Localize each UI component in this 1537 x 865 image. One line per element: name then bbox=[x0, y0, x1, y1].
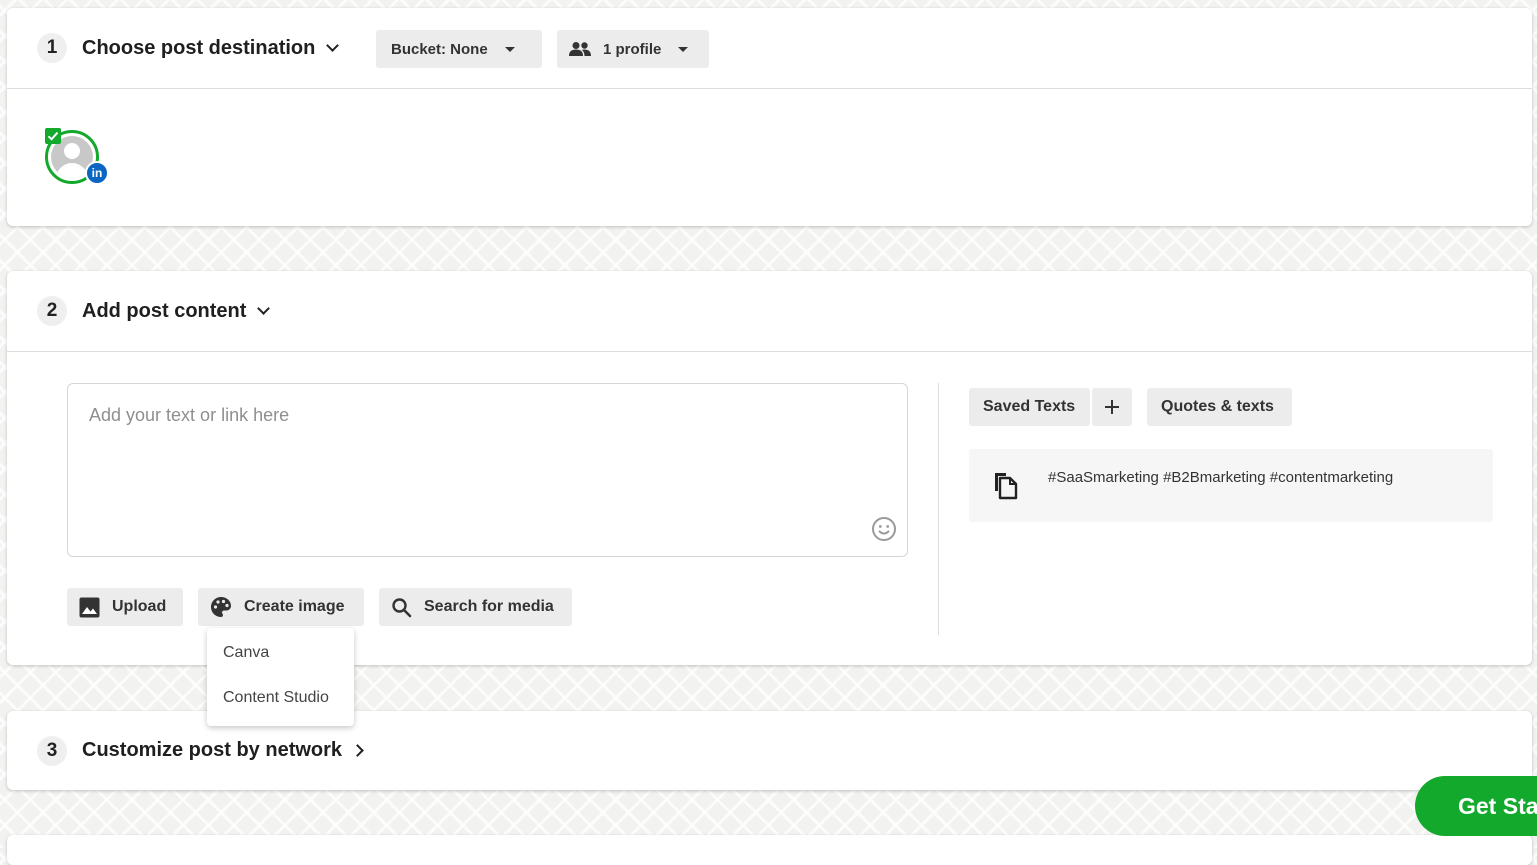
post-content-card: 2 Add post content Add your text or link… bbox=[7, 271, 1532, 665]
post-destination-header[interactable]: 1 Choose post destination Bucket: None 1… bbox=[7, 8, 1532, 88]
plus-icon bbox=[1104, 399, 1120, 415]
profile-dropdown[interactable]: 1 profile bbox=[557, 30, 709, 68]
quotes-texts-tab[interactable]: Quotes & texts bbox=[1147, 388, 1292, 426]
chevron-down-icon[interactable] bbox=[257, 302, 271, 315]
step-number: 1 bbox=[37, 33, 67, 63]
checkbox-checked-icon[interactable] bbox=[45, 128, 61, 144]
linkedin-icon: in bbox=[85, 161, 109, 185]
menu-item-content-studio[interactable]: Content Studio bbox=[223, 689, 329, 707]
caret-down-icon bbox=[678, 46, 689, 52]
menu-item-canva[interactable]: Canva bbox=[223, 644, 269, 662]
upload-label: Upload bbox=[112, 598, 167, 615]
get-started-label: Get Started bbox=[1458, 792, 1537, 819]
search-icon bbox=[391, 597, 412, 618]
step-title: Customize post by network bbox=[82, 739, 343, 761]
bucket-dropdown[interactable]: Bucket: None bbox=[376, 30, 542, 68]
profile-count-label: 1 profile bbox=[603, 40, 662, 58]
image-icon bbox=[79, 597, 100, 618]
linkedin-badge-text: in bbox=[91, 166, 103, 180]
palette-icon bbox=[210, 596, 232, 618]
copy-icon[interactable] bbox=[992, 470, 1018, 500]
post-destination-card: 1 Choose post destination Bucket: None 1… bbox=[7, 8, 1532, 226]
step-title: Add post content bbox=[82, 299, 247, 322]
create-image-button[interactable]: Create image bbox=[198, 588, 364, 626]
saved-text-item[interactable]: #SaaSmarketing #B2Bmarketing #contentmar… bbox=[969, 449, 1493, 522]
saved-texts-tab[interactable]: Saved Texts bbox=[969, 388, 1090, 426]
profile-avatar[interactable]: in bbox=[45, 128, 111, 188]
section-divider bbox=[7, 88, 1532, 89]
create-image-label: Create image bbox=[244, 598, 345, 615]
saved-texts-label: Saved Texts bbox=[983, 398, 1076, 415]
step-number: 2 bbox=[37, 296, 67, 326]
step-number: 3 bbox=[37, 735, 67, 766]
search-media-label: Search for media bbox=[424, 598, 554, 615]
upload-button[interactable]: Upload bbox=[67, 588, 183, 626]
emoji-icon[interactable] bbox=[871, 516, 897, 547]
bucket-label: Bucket: None bbox=[391, 40, 488, 58]
section-divider bbox=[7, 351, 1532, 352]
caret-down-icon bbox=[504, 46, 515, 52]
text-placeholder: Add your text or link here bbox=[89, 405, 290, 425]
step-title: Choose post destination bbox=[82, 36, 316, 59]
chevron-right-icon[interactable] bbox=[351, 744, 364, 757]
create-image-menu: Canva Content Studio bbox=[207, 628, 354, 726]
get-started-button[interactable]: Get Started bbox=[1415, 776, 1537, 836]
post-content-header[interactable]: 2 Add post content bbox=[7, 271, 1532, 351]
search-media-button[interactable]: Search for media bbox=[379, 588, 572, 626]
post-text-area[interactable]: Add your text or link here bbox=[67, 383, 908, 557]
chevron-down-icon[interactable] bbox=[326, 39, 340, 52]
column-divider bbox=[938, 383, 939, 635]
add-saved-text-button[interactable] bbox=[1092, 388, 1132, 426]
people-icon bbox=[568, 41, 592, 57]
next-card bbox=[7, 835, 1532, 865]
saved-text-content: #SaaSmarketing #B2Bmarketing #contentmar… bbox=[1048, 469, 1394, 486]
quotes-texts-label: Quotes & texts bbox=[1161, 398, 1274, 415]
